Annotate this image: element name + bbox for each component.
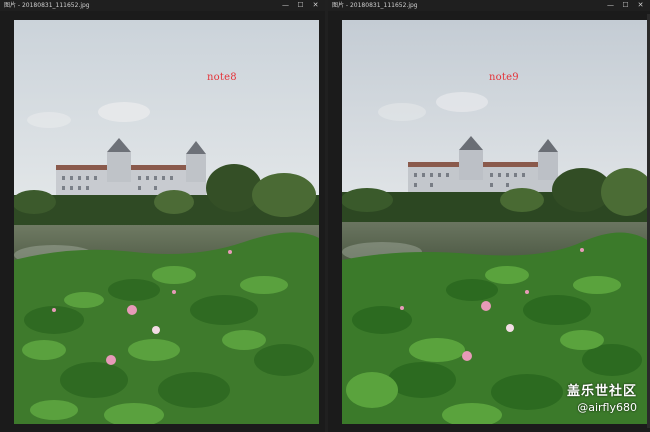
maximize-icon[interactable]: ☐ xyxy=(618,0,633,11)
close-icon[interactable]: ✕ xyxy=(308,0,323,11)
watermark-user: @airfly680 xyxy=(577,401,637,414)
watermark: 盖乐世社区 @airfly680 xyxy=(567,380,637,414)
window-title: 图片 - 20180831_111652.jpg xyxy=(332,2,418,9)
minimize-icon[interactable]: — xyxy=(278,0,293,11)
minimize-icon[interactable]: — xyxy=(603,0,618,11)
title-bar[interactable]: 图片 - 20180831_111652.jpg — ☐ ✕ xyxy=(0,0,325,11)
photo-viewer-window-right: 图片 - 20180831_111652.jpg — ☐ ✕ note9 盖乐世… xyxy=(328,0,650,432)
photo-image xyxy=(14,20,319,424)
photo: note9 盖乐世社区 @airfly680 xyxy=(342,20,647,424)
window-controls: — ☐ ✕ xyxy=(278,0,323,11)
window-title: 图片 - 20180831_111652.jpg xyxy=(4,2,90,9)
maximize-icon[interactable]: ☐ xyxy=(293,0,308,11)
note-label: note8 xyxy=(207,72,237,83)
window-controls: — ☐ ✕ xyxy=(603,0,648,11)
close-icon[interactable]: ✕ xyxy=(633,0,648,11)
photo-viewer-window-left: 图片 - 20180831_111652.jpg — ☐ ✕ note8 xyxy=(0,0,325,432)
note-label: note9 xyxy=(489,72,519,83)
title-bar[interactable]: 图片 - 20180831_111652.jpg — ☐ ✕ xyxy=(328,0,650,11)
photo: note8 xyxy=(14,20,319,424)
watermark-title: 盖乐世社区 xyxy=(566,384,637,399)
